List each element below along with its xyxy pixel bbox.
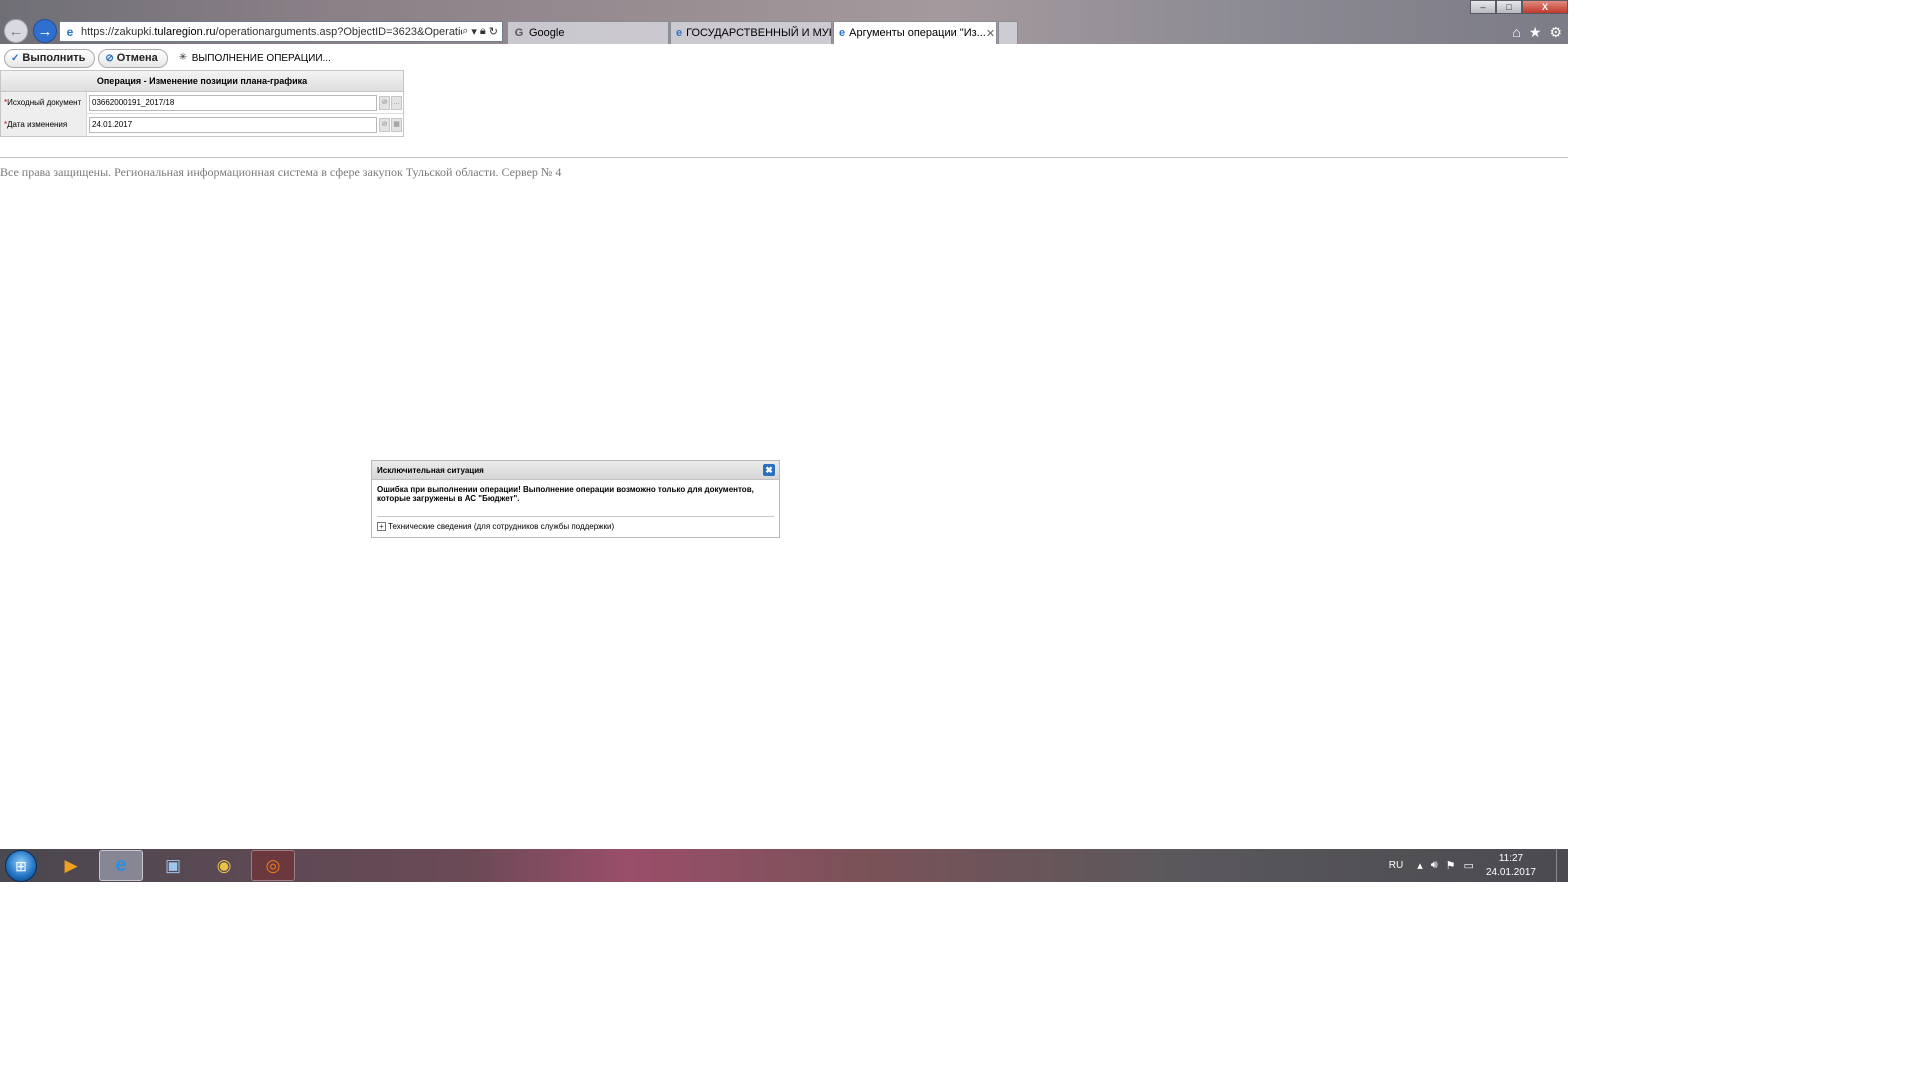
- browse-button[interactable]: …: [391, 95, 402, 110]
- system-tray: RU ▴ 🔊︎ ⚑ ▭ 11:27 24.01.2017: [1389, 849, 1568, 882]
- error-message: Ошибка при выполнении операции! Выполнен…: [377, 485, 754, 503]
- form-row-change-date: *Дата изменения 24.01.2017 ⊘ ▦: [1, 114, 403, 136]
- show-desktop-button[interactable]: [1556, 849, 1568, 882]
- remote-desktop-icon[interactable]: ▣: [151, 850, 195, 881]
- tech-details-toggle[interactable]: + Технические сведения (для сотрудников …: [372, 517, 779, 536]
- close-window-button[interactable]: X: [1522, 0, 1568, 14]
- cancel-circle-icon: ⊘: [105, 52, 114, 64]
- clear-field-icon[interactable]: ⊘: [379, 118, 390, 132]
- windows-taskbar: ⊞ ▶ e ▣ ◉ ◎ RU ▴ 🔊︎ ⚑ ▭ 11:27 24.01.2017: [0, 849, 1568, 882]
- checkmark-icon: ✓: [11, 52, 20, 64]
- tech-details-label: Технические сведения (для сотрудников сл…: [388, 522, 615, 531]
- ie-icon: e: [676, 27, 683, 39]
- exception-dialog: Исключительная ситуация ✖ Ошибка при вып…: [371, 460, 780, 538]
- tab-google[interactable]: G Google: [507, 21, 669, 44]
- clear-field-icon[interactable]: ⊘: [379, 95, 390, 110]
- tab-arguments[interactable]: e Аргументы операции "Из... ✕: [833, 21, 997, 44]
- expand-icon[interactable]: +: [377, 522, 386, 531]
- refresh-icon[interactable]: ↻: [489, 25, 498, 38]
- window-controls: – □ X: [1470, 0, 1568, 14]
- media-player-icon[interactable]: ▶: [49, 850, 93, 881]
- operation-toolbar: ✓ Выполнить ⊘ Отмена ✳ ВЫПОЛНЕНИЕ ОПЕРАЦ…: [4, 48, 331, 68]
- action-center-flag-icon[interactable]: ⚑: [1446, 859, 1456, 872]
- back-arrow-icon: ←: [8, 22, 24, 40]
- new-tab-button[interactable]: [998, 21, 1018, 44]
- back-button[interactable]: ←: [4, 19, 28, 43]
- close-tab-icon[interactable]: ✕: [986, 27, 995, 40]
- change-date-label: Дата изменения: [7, 120, 68, 129]
- change-date-field[interactable]: 24.01.2017: [89, 117, 377, 133]
- execute-button[interactable]: ✓ Выполнить: [4, 48, 96, 68]
- cancel-button[interactable]: ⊘ Отмена: [98, 48, 168, 68]
- lock-icon[interactable]: 🔒︎: [480, 25, 486, 38]
- calendar-icon[interactable]: ▦: [391, 118, 402, 132]
- ie-icon: e: [66, 24, 74, 39]
- address-bar[interactable]: e https://zakupki.tularegion.ru/operatio…: [59, 21, 503, 42]
- favorites-star-icon[interactable]: ★: [1529, 24, 1542, 41]
- start-button[interactable]: ⊞: [5, 850, 37, 882]
- operation-status: ✳ ВЫПОЛНЕНИЕ ОПЕРАЦИИ...: [178, 52, 331, 64]
- close-dialog-icon[interactable]: ✖: [763, 464, 775, 476]
- volume-icon[interactable]: 🔊︎: [1431, 859, 1438, 872]
- minimize-button[interactable]: –: [1470, 0, 1496, 14]
- forward-arrow-icon: →: [37, 22, 53, 40]
- clock[interactable]: 11:27 24.01.2017: [1486, 852, 1536, 880]
- divider: [0, 157, 1568, 158]
- dialog-title: Исключительная ситуация: [377, 466, 484, 475]
- address-url[interactable]: https://zakupki.tularegion.ru/operationa…: [81, 26, 462, 38]
- maximize-button[interactable]: □: [1496, 0, 1522, 14]
- chrome-icon[interactable]: ◉: [202, 850, 246, 881]
- operation-form: Операция - Изменение позиции плана-графи…: [0, 70, 404, 137]
- clock-date: 24.01.2017: [1485, 866, 1536, 878]
- ie-icon: e: [839, 27, 846, 39]
- form-title: Операция - Изменение позиции плана-графи…: [1, 71, 403, 92]
- footer-copyright: Все права защищены. Региональная информа…: [0, 165, 562, 179]
- tab-gosudarstvenny[interactable]: e ГОСУДАРСТВЕННЫЙ И МУН...: [670, 21, 832, 44]
- source-document-field[interactable]: 03662000191_2017/18: [89, 94, 377, 111]
- windows-logo-icon: ⊞: [15, 857, 27, 874]
- source-document-label: Исходный документ: [7, 97, 82, 107]
- show-hidden-icons-icon[interactable]: ▴: [1417, 859, 1423, 872]
- search-icon[interactable]: ⌕: [462, 25, 468, 38]
- home-icon[interactable]: ⌂: [1512, 24, 1520, 41]
- forward-button[interactable]: →: [33, 19, 57, 43]
- loading-spinner-icon: ✳: [178, 52, 188, 63]
- language-indicator[interactable]: RU: [1389, 860, 1403, 871]
- firefox-icon[interactable]: ◎: [251, 850, 295, 881]
- network-icon[interactable]: ▭: [1464, 859, 1474, 872]
- form-row-source-document: *Исходный документ 03662000191_2017/18 ⊘…: [1, 91, 403, 114]
- internet-explorer-icon[interactable]: e: [99, 850, 143, 881]
- clock-time: 11:27: [1498, 852, 1524, 864]
- settings-gear-icon[interactable]: ⚙: [1549, 24, 1562, 41]
- dropdown-icon[interactable]: ▾: [471, 25, 477, 38]
- google-icon: G: [514, 27, 524, 39]
- browser-chrome: ← → e https://zakupki.tularegion.ru/oper…: [0, 0, 1568, 44]
